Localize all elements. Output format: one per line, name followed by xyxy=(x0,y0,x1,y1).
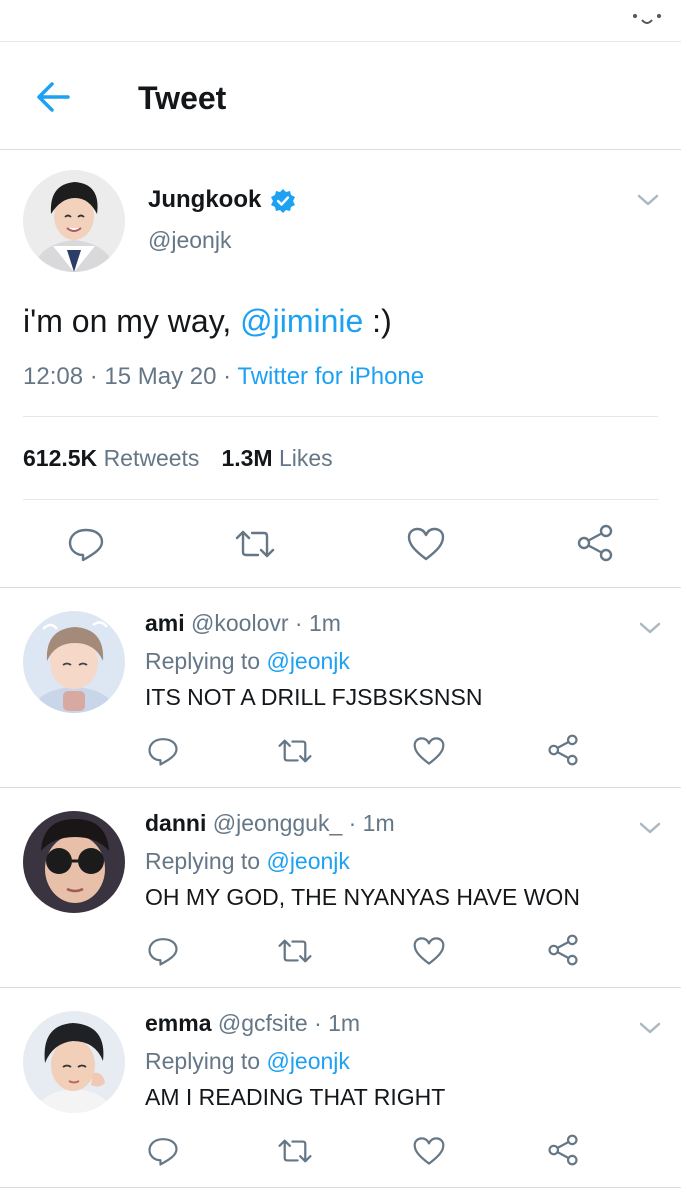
tweet-stats: 612.5K Retweets 1.3M Likes xyxy=(23,445,333,472)
back-arrow-icon[interactable] xyxy=(34,79,72,115)
tweet-text-end: :) xyxy=(363,303,392,339)
author-meta[interactable]: @koolovr · 1m xyxy=(191,610,341,636)
reply-text: ITS NOT A DRILL FJSBSKSNSN xyxy=(145,684,483,710)
reply-header: emma @gcfsite · 1m xyxy=(145,1010,360,1037)
mention-link[interactable]: @jiminie xyxy=(240,303,363,339)
mention-link[interactable]: @jeonjk xyxy=(266,1048,349,1074)
heart-icon[interactable] xyxy=(413,1136,445,1166)
divider xyxy=(23,499,658,500)
tweet-text: i'm on my way, @jiminie :) xyxy=(23,303,392,340)
reply-icon[interactable] xyxy=(147,935,179,967)
reply-tweet[interactable]: danni @jeongguk_ · 1m Replying to @jeonj… xyxy=(0,788,681,988)
retweet-icon[interactable] xyxy=(277,937,313,965)
reply-text: OH MY GOD, THE NYANYAS HAVE WON xyxy=(145,884,580,910)
tweet-meta: 12:08 · 15 May 20 · Twitter for iPhone xyxy=(23,363,424,391)
avatar[interactable] xyxy=(23,611,125,713)
share-icon[interactable] xyxy=(547,1134,579,1166)
share-icon[interactable] xyxy=(576,524,614,562)
retweet-icon[interactable] xyxy=(234,528,276,560)
share-icon[interactable] xyxy=(547,734,579,766)
top-bar: Tweet xyxy=(0,43,681,150)
replying-to: Replying to @jeonjk xyxy=(145,848,350,875)
chevron-down-icon[interactable] xyxy=(638,820,662,836)
replying-label: Replying to xyxy=(145,648,267,674)
retweet-icon[interactable] xyxy=(277,1137,313,1165)
heart-icon[interactable] xyxy=(413,936,445,966)
mention-link[interactable]: @jeonjk xyxy=(266,848,349,874)
reply-icon[interactable] xyxy=(147,735,179,767)
avatar[interactable] xyxy=(23,170,125,272)
verified-badge-icon xyxy=(271,189,295,213)
likes-label[interactable]: Likes xyxy=(279,445,333,471)
divider xyxy=(23,416,658,417)
mention-link[interactable]: @jeonjk xyxy=(266,648,349,674)
timestamp: 12:08 · 15 May 20 · xyxy=(23,363,238,390)
reply-header: ami @koolovr · 1m xyxy=(145,610,341,637)
avatar[interactable] xyxy=(23,811,125,913)
reply-tweet[interactable]: ami @koolovr · 1m Replying to @jeonjk IT… xyxy=(0,588,681,788)
author-meta[interactable]: @gcfsite · 1m xyxy=(218,1010,360,1036)
retweet-icon[interactable] xyxy=(277,737,313,765)
replying-label: Replying to xyxy=(145,848,267,874)
status-icon xyxy=(633,14,661,24)
retweet-count[interactable]: 612.5K xyxy=(23,445,97,471)
source-link[interactable]: Twitter for iPhone xyxy=(237,363,424,390)
share-icon[interactable] xyxy=(547,934,579,966)
page-title: Tweet xyxy=(138,80,227,116)
author-name[interactable]: emma xyxy=(145,1010,211,1036)
status-bar xyxy=(0,0,681,42)
chevron-down-icon[interactable] xyxy=(638,1020,662,1036)
reply-header: danni @jeongguk_ · 1m xyxy=(145,810,395,837)
retweets-label[interactable]: Retweets xyxy=(104,445,200,471)
replying-label: Replying to xyxy=(145,1048,267,1074)
author-name[interactable]: danni xyxy=(145,810,206,836)
avatar[interactable] xyxy=(23,1011,125,1113)
reply-text: AM I READING THAT RIGHT xyxy=(145,1084,446,1110)
author-name[interactable]: ami xyxy=(145,610,185,636)
replying-to: Replying to @jeonjk xyxy=(145,1048,350,1075)
author-handle[interactable]: @jeonjk xyxy=(148,227,231,254)
like-count[interactable]: 1.3M xyxy=(221,445,272,471)
author-name[interactable]: Jungkook xyxy=(148,186,261,214)
reply-tweet[interactable]: emma @gcfsite · 1m Replying to @jeonjk A… xyxy=(0,988,681,1188)
chevron-down-icon[interactable] xyxy=(636,192,660,208)
heart-icon[interactable] xyxy=(413,736,445,766)
chevron-down-icon[interactable] xyxy=(638,620,662,636)
main-tweet: Jungkook @jeonjk i'm on my way, @jiminie… xyxy=(0,150,681,588)
tweet-text-start: i'm on my way, xyxy=(23,303,241,339)
replying-to: Replying to @jeonjk xyxy=(145,648,350,675)
reply-icon[interactable] xyxy=(67,526,105,562)
author-meta[interactable]: @jeongguk_ · 1m xyxy=(213,810,395,836)
heart-icon[interactable] xyxy=(407,527,445,561)
reply-icon[interactable] xyxy=(147,1135,179,1167)
